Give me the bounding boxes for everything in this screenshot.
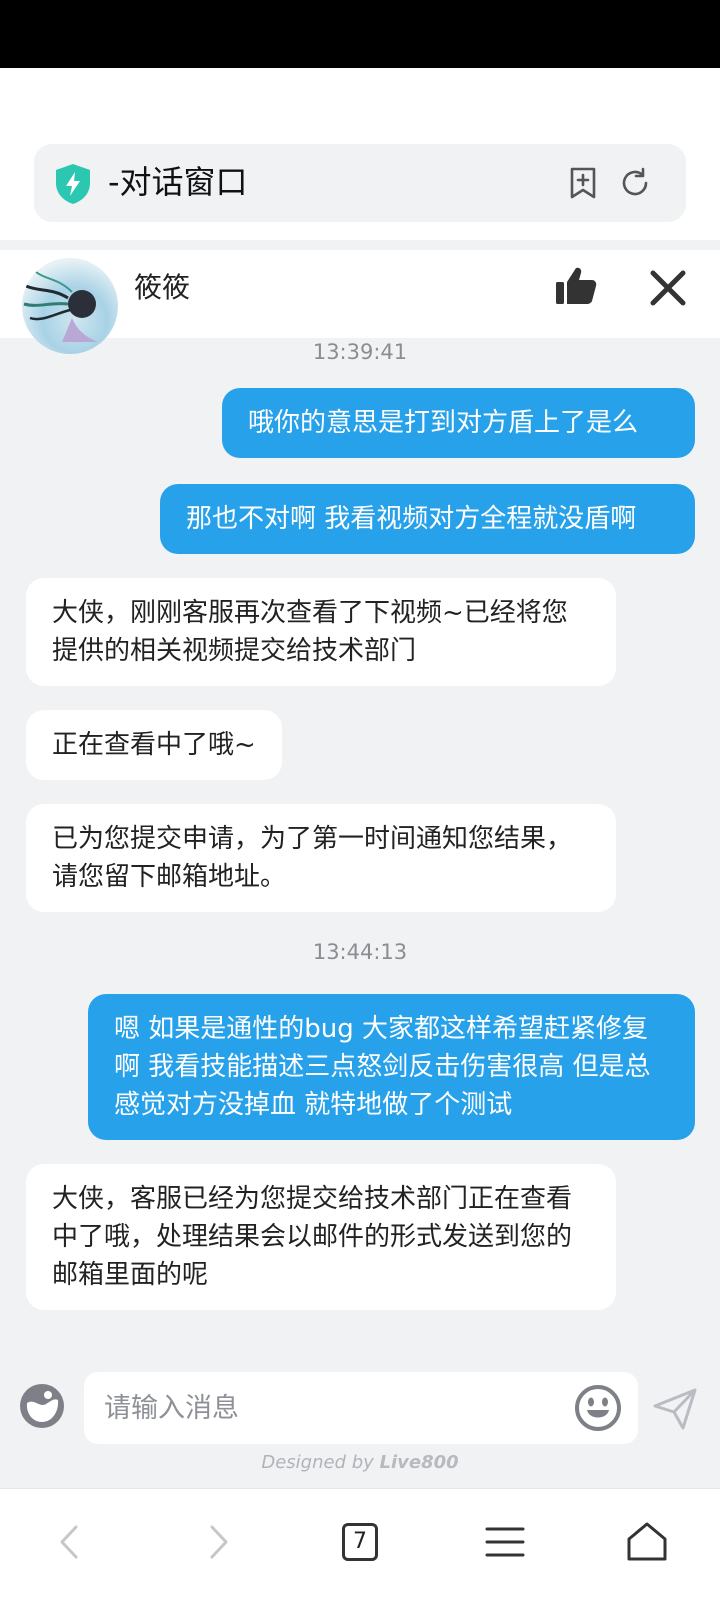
- message-input[interactable]: [84, 1372, 638, 1444]
- forward-icon[interactable]: [194, 1519, 240, 1565]
- designed-by-brand: Live800: [379, 1452, 459, 1473]
- status-bar: [0, 0, 720, 68]
- reload-icon[interactable]: [618, 166, 652, 200]
- browser-nav-bar: 7: [0, 1488, 720, 1600]
- tab-count: 7: [342, 1523, 378, 1561]
- message-list[interactable]: 13:39:41 哦你的意思是打到对方盾上了是么 那也不对啊 我看视频对方全程就…: [0, 338, 720, 1348]
- agent-name: 筱筱: [134, 271, 191, 304]
- agent-message-bubble: 已为您提交申请，为了第一时间通知您结果，请您留下邮箱地址。: [26, 804, 616, 912]
- page-title: -对话窗口: [108, 163, 248, 201]
- emoji-icon[interactable]: [574, 1384, 622, 1432]
- add-bookmark-icon[interactable]: [566, 166, 600, 200]
- message-timestamp: 13:39:41: [312, 340, 408, 364]
- message-composer: [0, 1372, 720, 1448]
- my-message-bubble: 哦你的意思是打到对方盾上了是么: [222, 388, 695, 458]
- agent-message-bubble: 大侠，刚刚客服再次查看了下视频~已经将您提供的相关视频提交给技术部门: [26, 578, 616, 686]
- browser-toolbar: -对话窗口: [0, 68, 720, 240]
- agent-message-bubble: 正在查看中了哦~: [26, 710, 282, 780]
- my-message-bubble: 那也不对啊 我看视频对方全程就没盾啊: [160, 484, 695, 554]
- my-message-bubble: 嗯 如果是通性的bug 大家都这样希望赶紧修复啊 我看技能描述三点怒剑反击伤害很…: [88, 994, 695, 1140]
- designed-by-prefix: Designed by: [261, 1452, 374, 1473]
- back-icon[interactable]: [48, 1519, 94, 1565]
- menu-icon[interactable]: [482, 1519, 528, 1565]
- agent-message-bubble: 大侠，客服已经为您提交给技术部门正在查看中了哦，处理结果会以邮件的形式发送到您的…: [26, 1164, 616, 1310]
- tabs-button[interactable]: 7: [338, 1519, 384, 1565]
- feature-menu-icon[interactable]: [18, 1382, 66, 1430]
- thumbs-up-icon[interactable]: [554, 264, 598, 308]
- home-icon[interactable]: [624, 1519, 670, 1565]
- designed-by-credit: Designed by Live800: [0, 1452, 720, 1473]
- close-icon[interactable]: [648, 268, 688, 308]
- chat-header: 筱筱: [0, 250, 720, 354]
- shield-icon: [56, 164, 90, 204]
- address-bar[interactable]: -对话窗口: [34, 144, 686, 222]
- message-timestamp: 13:44:13: [312, 940, 408, 964]
- send-icon[interactable]: [652, 1386, 698, 1432]
